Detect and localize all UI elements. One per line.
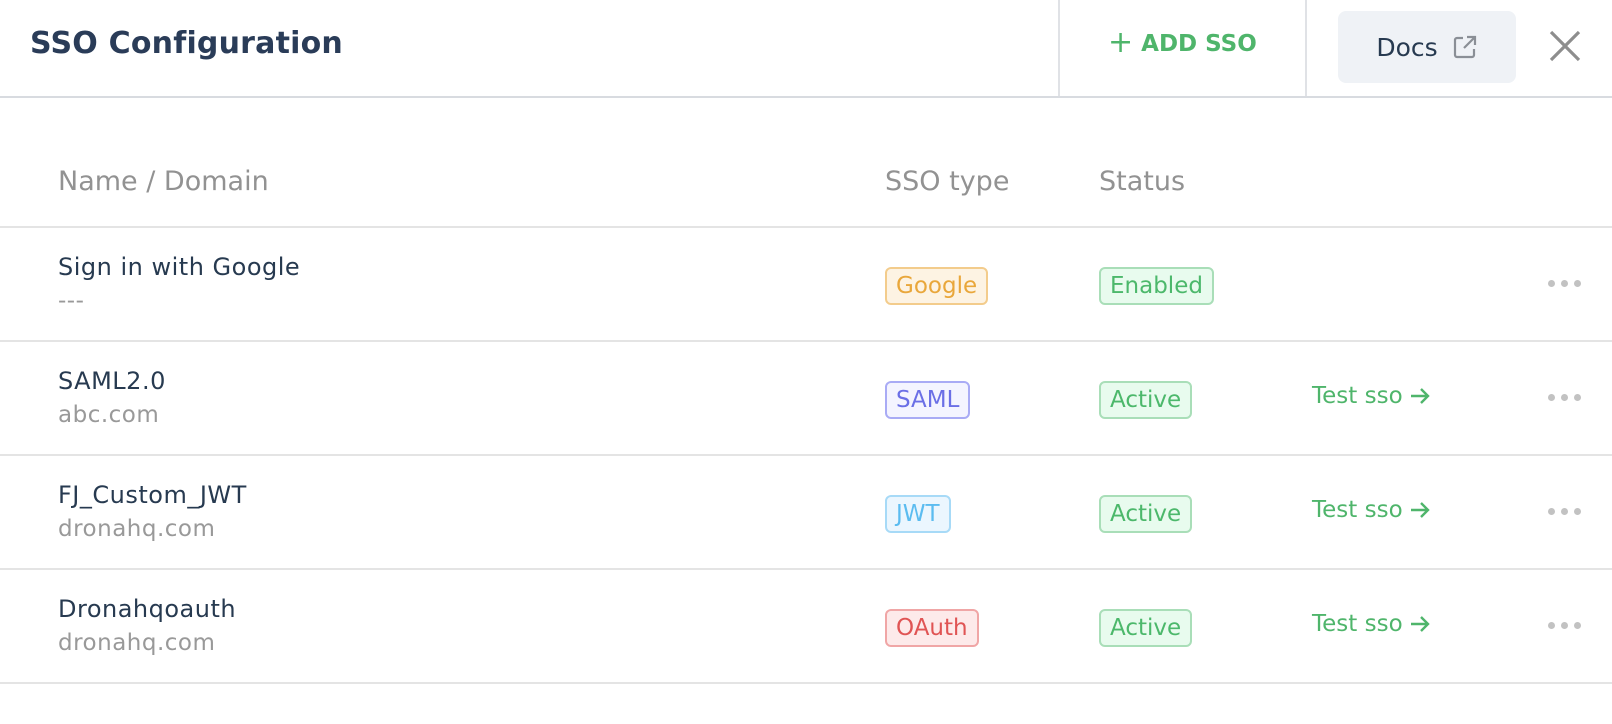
more-options-button[interactable]	[1548, 280, 1581, 287]
header-divider	[1058, 0, 1060, 96]
plus-icon: +	[1108, 25, 1134, 60]
dot-icon	[1574, 280, 1581, 287]
dot-icon	[1574, 508, 1581, 515]
table-row[interactable]: Sign in with Google --- Google Enabled	[0, 228, 1612, 342]
column-header-name-domain: Name / Domain	[58, 166, 269, 197]
test-sso-link[interactable]: Test sso	[1312, 497, 1431, 523]
table-row[interactable]: SAML2.0 abc.com SAML Active Test sso	[0, 342, 1612, 456]
test-sso-label: Test sso	[1312, 497, 1403, 523]
sso-type-badge: SAML	[885, 381, 971, 419]
sso-domain: ---	[58, 288, 85, 314]
page-title: SSO Configuration	[30, 26, 343, 61]
more-options-button[interactable]	[1548, 394, 1581, 401]
dot-icon	[1548, 622, 1555, 629]
add-sso-button[interactable]: + ADD SSO	[1108, 25, 1257, 60]
sso-name: SAML2.0	[58, 367, 166, 395]
add-sso-label: ADD SSO	[1141, 31, 1257, 57]
sso-type-badge: OAuth	[885, 609, 979, 647]
docs-label: Docs	[1376, 32, 1438, 62]
arrow-right-icon	[1410, 502, 1430, 518]
status-badge: Enabled	[1099, 267, 1214, 305]
test-sso-link[interactable]: Test sso	[1312, 611, 1431, 637]
arrow-right-icon	[1410, 388, 1430, 404]
dot-icon	[1561, 508, 1568, 515]
dot-icon	[1561, 622, 1568, 629]
test-sso-label: Test sso	[1312, 611, 1403, 637]
external-link-icon	[1453, 35, 1476, 59]
table-header: Name / Domain SSO type Status	[0, 166, 1612, 228]
column-header-sso-type: SSO type	[885, 166, 1010, 197]
sso-name: Sign in with Google	[58, 253, 301, 281]
status-badge: Active	[1099, 609, 1193, 647]
more-options-button[interactable]	[1548, 508, 1581, 515]
sso-type-badge: JWT	[885, 495, 951, 533]
sso-domain: dronahq.com	[58, 630, 216, 656]
dot-icon	[1548, 394, 1555, 401]
dot-icon	[1561, 394, 1568, 401]
arrow-right-icon	[1410, 616, 1430, 632]
dot-icon	[1561, 280, 1568, 287]
dot-icon	[1574, 622, 1581, 629]
more-options-button[interactable]	[1548, 622, 1581, 629]
status-badge: Active	[1099, 495, 1193, 533]
test-sso-label: Test sso	[1312, 383, 1403, 409]
sso-domain: dronahq.com	[58, 516, 216, 542]
test-sso-link[interactable]: Test sso	[1312, 383, 1431, 409]
table-row[interactable]: Dronahqoauth dronahq.com OAuth Active Te…	[0, 570, 1612, 684]
header-divider	[1305, 0, 1307, 96]
docs-button[interactable]: Docs	[1338, 11, 1516, 83]
dot-icon	[1548, 280, 1555, 287]
sso-name: Dronahqoauth	[58, 595, 237, 623]
table-row[interactable]: FJ_Custom_JWT dronahq.com JWT Active Tes…	[0, 456, 1612, 570]
close-icon[interactable]	[1547, 28, 1583, 64]
dot-icon	[1548, 508, 1555, 515]
header: SSO Configuration + ADD SSO Docs	[0, 0, 1612, 98]
sso-type-badge: Google	[885, 267, 989, 305]
dot-icon	[1574, 394, 1581, 401]
status-badge: Active	[1099, 381, 1193, 419]
sso-name: FJ_Custom_JWT	[58, 481, 247, 509]
sso-domain: abc.com	[58, 402, 160, 428]
column-header-status: Status	[1099, 166, 1186, 197]
